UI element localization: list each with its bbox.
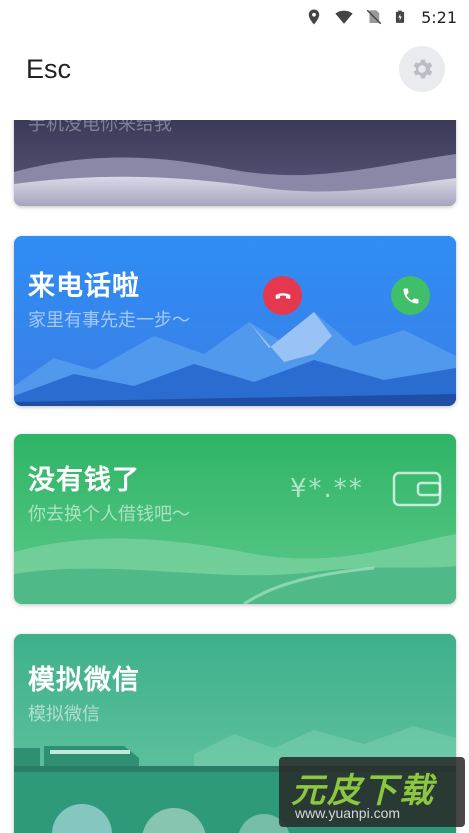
battery-charging-icon [395, 10, 405, 23]
phone-answer-icon [403, 288, 418, 303]
no-sim-icon [366, 9, 382, 25]
wallet-icon [392, 471, 442, 507]
card-dusk-subtitle: 手机没电你来给我 [28, 120, 172, 135]
card-dusk[interactable]: 手机没电你来给我 [14, 120, 456, 206]
hangup-button[interactable] [263, 276, 302, 315]
card-call-title: 来电话啦 [28, 271, 140, 302]
card-wechat-subtitle: 模拟微信 [28, 704, 100, 725]
card-fake-call[interactable]: 来电话啦 家里有事先走一步～ [14, 236, 456, 406]
gear-icon [413, 59, 433, 79]
card-call-subtitle: 家里有事先走一步～ [28, 310, 190, 331]
phone-hangup-icon [275, 292, 290, 299]
status-time: 5:21 [421, 7, 457, 27]
answer-button[interactable] [391, 276, 430, 315]
money-amount: ¥*.** [290, 474, 364, 504]
card-wechat-title: 模拟微信 [28, 665, 140, 696]
card-money-subtitle: 你去换个人借钱吧～ [28, 504, 190, 525]
status-bar: 5:21 [0, 0, 469, 34]
card-money-title: 没有钱了 [28, 465, 140, 496]
page-title[interactable]: Esc [26, 54, 71, 85]
watermark: 元皮下载 www.yuanpi.com [279, 757, 465, 827]
location-icon [308, 9, 320, 25]
settings-button[interactable] [399, 46, 445, 92]
card-list[interactable]: 手机没电你来给我 来电话啦 家里有事先走一步～ 没有钱了 你去换个人借钱吧～ ¥… [0, 120, 469, 833]
card-no-money[interactable]: 没有钱了 你去换个人借钱吧～ ¥*.** [14, 434, 456, 604]
watermark-url: www.yuanpi.com [295, 805, 401, 821]
app-bar: Esc [0, 34, 469, 120]
wifi-icon [335, 10, 353, 24]
